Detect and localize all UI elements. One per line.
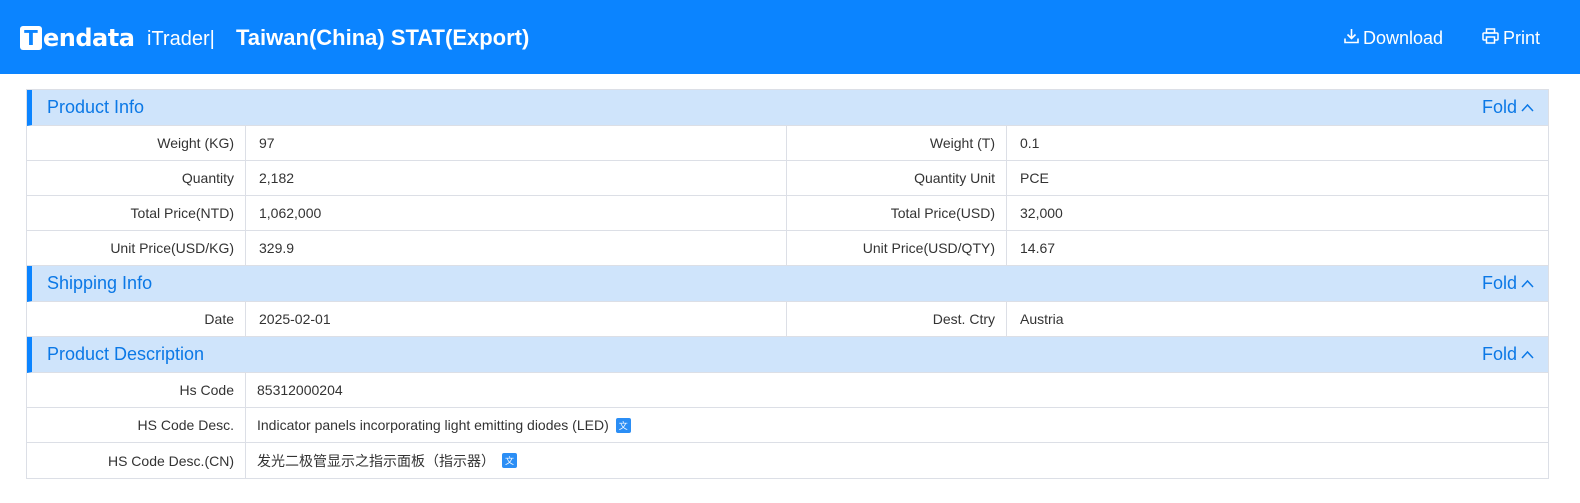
chevron-up-icon [1521,279,1534,288]
logo-mark: T [20,26,42,50]
top-header-bar: T endata iTrader| Taiwan(China) STAT(Exp… [0,0,1580,74]
fold-label: Fold [1481,273,1517,293]
download-icon [1344,28,1363,49]
field-value: 32,000 [1020,205,1063,221]
chevron-up-icon [1521,350,1534,359]
print-button[interactable]: Print [1482,28,1540,49]
field-label: Hs Code [27,373,246,407]
print-label: Print [1503,28,1541,48]
field-value: 0.1 [1020,135,1040,151]
field-label: HS Code Desc. [27,408,246,442]
field-value: PCE [1020,170,1049,186]
field-value: 14.67 [1020,240,1056,256]
fold-toggle[interactable]: Fold [1482,97,1534,118]
logo-text: endata [43,24,135,52]
hs-code-desc-cn-text: 发光二极管显示之指示面板（指示器） [257,452,495,469]
translate-icon[interactable]: 文 [615,417,631,433]
detail-table: Product Info Fold Weight (KG) 97 Weight … [26,89,1549,479]
section-title: Shipping Info [47,273,153,293]
fold-label: Fold [1481,344,1517,364]
table-row: Hs Code 85312000204 [27,373,1548,408]
field-label: Unit Price(USD/QTY) [787,231,1007,265]
section-title: Product Description [47,344,205,364]
field-label: HS Code Desc.(CN) [27,443,246,478]
field-value-with-translate: Indicator panels incorporating light emi… [246,408,1548,442]
field-label: Total Price(USD) [787,196,1007,230]
table-row: HS Code Desc. Indicator panels incorpora… [27,408,1548,443]
chevron-up-icon [1521,103,1534,112]
field-value: 1,062,000 [246,196,787,230]
field-label: Weight (T) [787,126,1007,160]
table-row: Quantity 2,182 Quantity Unit PCE [27,161,1548,196]
translate-icon[interactable]: 文 [502,453,517,468]
field-label: Total Price(NTD) [27,196,246,230]
table-row: Total Price(NTD) 1,062,000 Total Price(U… [27,196,1548,231]
field-value-with-translate: 发光二极管显示之指示面板（指示器） 文 [246,443,1548,478]
field-value: Austria [1020,311,1064,327]
subbrand-itrader: iTrader| [147,28,215,50]
fold-label: Fold [1481,97,1517,117]
field-label: Quantity Unit [787,161,1007,195]
tendata-logo[interactable]: T endata [20,24,135,52]
section-header-product-info: Product Info Fold [27,90,1548,126]
fold-toggle[interactable]: Fold [1482,273,1534,294]
field-label: Weight (KG) [27,126,246,160]
table-row: Date 2025-02-01 Dest. Ctry Austria [27,302,1548,337]
field-value: 97 [246,126,787,160]
field-label: Unit Price(USD/KG) [27,231,246,265]
fold-toggle[interactable]: Fold [1482,344,1534,365]
table-row: HS Code Desc.(CN) 发光二极管显示之指示面板（指示器） 文 [27,443,1548,478]
section-title: Product Info [47,97,145,117]
field-value: 2025-02-01 [246,302,787,336]
section-header-product-description: Product Description Fold [27,337,1548,373]
hs-code-desc-text: Indicator panels incorporating light emi… [257,417,609,433]
section-header-shipping-info: Shipping Info Fold [27,266,1548,302]
printer-icon [1482,28,1503,49]
field-value: 85312000204 [257,382,343,398]
field-value: 329.9 [246,231,787,265]
field-label: Dest. Ctry [787,302,1007,336]
download-label: Download [1363,28,1444,48]
download-button[interactable]: Download [1344,28,1443,49]
page-title: Taiwan(China) STAT(Export) [236,25,530,50]
field-label: Quantity [27,161,246,195]
field-label: Date [27,302,246,336]
table-row: Unit Price(USD/KG) 329.9 Unit Price(USD/… [27,231,1548,266]
table-row: Weight (KG) 97 Weight (T) 0.1 [27,126,1548,161]
field-value: 2,182 [246,161,787,195]
